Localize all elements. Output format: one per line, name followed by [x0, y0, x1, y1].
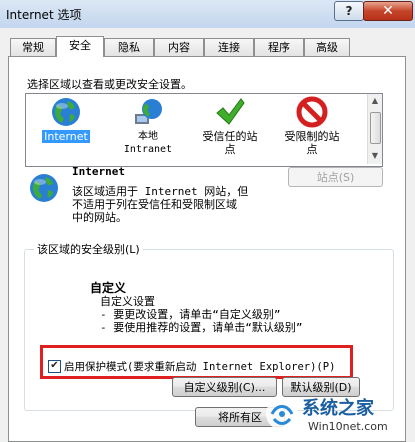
zone-label-intranet: 本地 Intranet: [123, 131, 173, 155]
zone-info-title: Internet: [72, 165, 125, 178]
tab-connections[interactable]: 连接: [204, 38, 254, 56]
globe-icon: [50, 96, 82, 128]
protected-mode-checkbox[interactable]: ✔: [48, 360, 61, 373]
zone-trusted[interactable]: 受信任的站 点: [190, 96, 270, 156]
security-level-legend: 该区域的安全级别(L): [34, 241, 143, 257]
zone-scrollbar[interactable]: ▲ ▼: [367, 94, 382, 164]
zone-label-restricted: 受限制的站 点: [284, 130, 340, 156]
zone-label-internet: Internet: [42, 130, 90, 143]
tab-advanced[interactable]: 高级: [304, 38, 350, 56]
scroll-thumb[interactable]: [370, 112, 381, 144]
tab-content[interactable]: 内容: [154, 38, 204, 56]
watermark-url: Win10net.com: [308, 420, 388, 433]
close-button[interactable]: ✕: [363, 1, 413, 21]
tab-general[interactable]: 常规: [10, 38, 56, 56]
title-bar: Internet 选项 ? ✕: [0, 0, 415, 28]
scroll-down-icon[interactable]: ▼: [371, 152, 379, 160]
custom-desc-line3: - 要使用推荐的设置，请单击“默认级别”: [100, 321, 303, 334]
watermark-brand: 系统之家: [302, 398, 374, 419]
zone-label-trusted: 受信任的站 点: [202, 130, 258, 156]
help-button[interactable]: ?: [334, 1, 364, 21]
watermark: 系统之家 Win10net.com: [262, 392, 415, 442]
zone-restricted[interactable]: 受限制的站 点: [272, 96, 352, 156]
zone-list[interactable]: Internet 本地 Intranet 受信任的站 点 受限制的站 点 ▲ ▼: [25, 93, 383, 167]
zone-internet[interactable]: Internet: [26, 96, 106, 143]
window-title: Internet 选项: [6, 8, 82, 22]
restricted-icon: [296, 96, 328, 128]
scroll-up-icon[interactable]: ▲: [371, 97, 379, 105]
tab-programs[interactable]: 程序: [254, 38, 304, 56]
tab-privacy[interactable]: 隐私: [104, 38, 154, 56]
zone-intranet[interactable]: 本地 Intranet: [108, 96, 188, 156]
sites-button[interactable]: 站点(S): [288, 167, 383, 187]
zone-instruction: 选择区域以查看或更改安全设置。: [27, 78, 192, 91]
intranet-globe-icon: [132, 96, 164, 128]
tab-security[interactable]: 安全: [56, 36, 104, 57]
selected-zone-globe-icon: [28, 172, 60, 204]
zone-description-line3: 中的网站。: [72, 211, 127, 224]
check-icon: [214, 96, 246, 128]
protected-mode-label[interactable]: 启用保护模式(要求重新启动 Internet Explorer)(P): [64, 359, 335, 374]
